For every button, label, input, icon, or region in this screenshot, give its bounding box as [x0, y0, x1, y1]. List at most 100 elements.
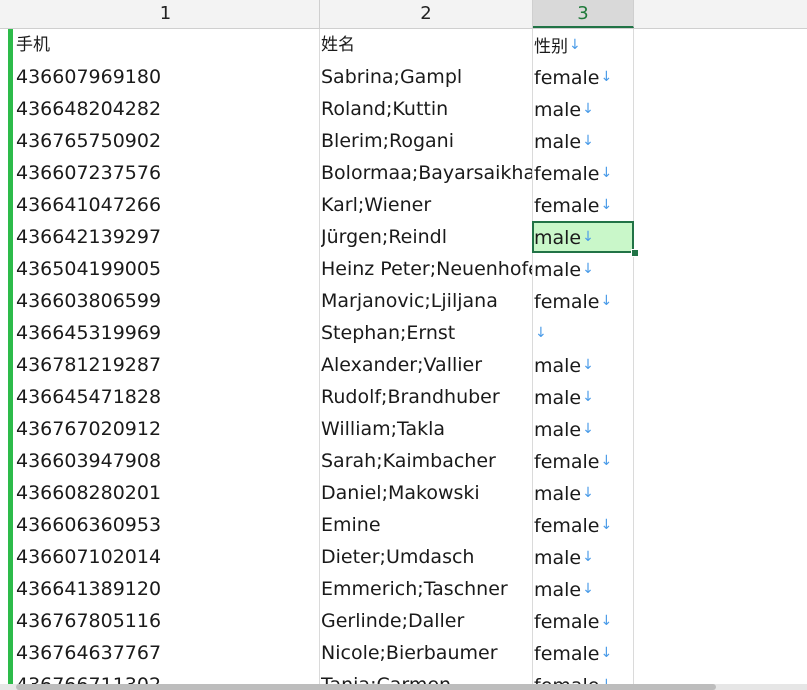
table-row: 436608280201 Daniel;Makowski male↓	[0, 477, 807, 509]
cell-gender[interactable]: male↓	[534, 573, 633, 605]
table-row: 436767805116 Gerlinde;Daller female↓	[0, 605, 807, 637]
cell-phone[interactable]: 436645319969	[16, 317, 319, 349]
cell-name[interactable]: William;Takla	[321, 413, 532, 445]
cell-gender[interactable]: male↓	[534, 221, 633, 253]
cell-gender[interactable]: female↓	[534, 445, 633, 477]
cell-gender-text: female	[534, 163, 600, 185]
cell-name[interactable]: Alexander;Vallier	[321, 349, 532, 381]
cell-name[interactable]: Sarah;Kaimbacher	[321, 445, 532, 477]
cell-gender[interactable]: male↓	[534, 349, 633, 381]
horizontal-scrollbar[interactable]	[0, 684, 807, 690]
cell-name[interactable]: Heinz Peter;Neuenhofer	[321, 253, 532, 285]
scrollbar-thumb[interactable]	[16, 684, 716, 690]
cell-gender-text: female	[534, 195, 600, 217]
down-arrow-icon: ↓	[582, 101, 594, 117]
cell-gender[interactable]: female↓	[534, 157, 633, 189]
cell-gender[interactable]: female↓	[534, 189, 633, 221]
cell-gender-text: female	[534, 643, 600, 665]
down-arrow-icon: ↓	[600, 517, 613, 533]
cell-phone[interactable]: 436603947908	[16, 445, 319, 477]
cell-name[interactable]: Rudolf;Brandhuber	[321, 381, 532, 413]
cell-name[interactable]: Jürgen;Reindl	[321, 221, 532, 253]
table-row: 436642139297 Jürgen;Reindl male↓	[0, 221, 807, 253]
spreadsheet: 1 2 3 手机 姓名 性别↓ 436607969180 Sabrina;Gamp…	[0, 0, 807, 690]
cell-gender-text: female	[534, 67, 600, 89]
cell-phone[interactable]: 436603806599	[16, 285, 319, 317]
cell-phone[interactable]: 436648204282	[16, 93, 319, 125]
cell-gender-text: male	[534, 99, 582, 121]
down-arrow-icon: ↓	[582, 581, 594, 597]
cell-name[interactable]: Sabrina;Gampl	[321, 61, 532, 93]
down-arrow-icon: ↓	[582, 485, 594, 501]
cell-gender[interactable]: male↓	[534, 125, 633, 157]
cell-name[interactable]: Nicole;Bierbaumer	[321, 637, 532, 669]
cell-gender[interactable]: female↓	[534, 509, 633, 541]
cell-gender[interactable]: female↓	[534, 61, 633, 93]
cell-phone-header[interactable]: 手机	[16, 29, 319, 61]
cell-phone[interactable]: 436606360953	[16, 509, 319, 541]
cell-phone[interactable]: 436504199005	[16, 253, 319, 285]
down-arrow-icon: ↓	[582, 133, 594, 149]
table-row: 436645471828 Rudolf;Brandhuber male↓	[0, 381, 807, 413]
cell-phone[interactable]: 436608280201	[16, 477, 319, 509]
cell-gender[interactable]: female↓	[534, 605, 633, 637]
cell-gender-text: male	[534, 419, 582, 441]
cell-gender-text: male	[534, 131, 582, 153]
down-arrow-icon: ↓	[582, 357, 594, 373]
cell-phone[interactable]: 436641047266	[16, 189, 319, 221]
cell-gender[interactable]: ↓	[534, 317, 633, 349]
cell-name[interactable]: Bolormaa;Bayarsaikhan	[321, 157, 532, 189]
cell-gender[interactable]: male↓	[534, 413, 633, 445]
cell-name[interactable]: Gerlinde;Daller	[321, 605, 532, 637]
cell-gender[interactable]: male↓	[534, 477, 633, 509]
cell-gender-text: male	[534, 579, 582, 601]
cell-name[interactable]: Stephan;Ernst	[321, 317, 532, 349]
cell-name[interactable]: Karl;Wiener	[321, 189, 532, 221]
cell-name[interactable]: Emmerich;Taschner	[321, 573, 532, 605]
data-rows: 手机 姓名 性别↓ 436607969180 Sabrina;Gampl femal…	[0, 29, 807, 690]
column-header-2[interactable]: 2	[320, 0, 533, 28]
down-arrow-icon: ↓	[569, 37, 581, 53]
cell-gender[interactable]: male↓	[534, 381, 633, 413]
cell-phone[interactable]: 436765750902	[16, 125, 319, 157]
down-arrow-icon: ↓	[582, 229, 594, 245]
cell-phone[interactable]: 436764637767	[16, 637, 319, 669]
cell-phone[interactable]: 436781219287	[16, 349, 319, 381]
table-row: 436504199005 Heinz Peter;Neuenhofer male↓	[0, 253, 807, 285]
cell-phone[interactable]: 436767020912	[16, 413, 319, 445]
cell-gender-text: female	[534, 291, 600, 313]
cell-phone[interactable]: 436642139297	[16, 221, 319, 253]
cell-name[interactable]: Emine	[321, 509, 532, 541]
cell-phone[interactable]: 436641389120	[16, 573, 319, 605]
cell-name[interactable]: Roland;Kuttin	[321, 93, 532, 125]
cell-gender[interactable]: female↓	[534, 637, 633, 669]
down-arrow-icon: ↓	[535, 325, 547, 341]
table-row: 436767020912 William;Takla male↓	[0, 413, 807, 445]
down-arrow-icon: ↓	[582, 549, 594, 565]
down-arrow-icon: ↓	[600, 293, 613, 309]
down-arrow-icon: ↓	[600, 645, 613, 661]
cell-name[interactable]: Blerim;Rogani	[321, 125, 532, 157]
table-row: 436607237576 Bolormaa;Bayarsaikhan female↓	[0, 157, 807, 189]
cell-phone[interactable]: 436607237576	[16, 157, 319, 189]
cell-phone[interactable]: 436607969180	[16, 61, 319, 93]
down-arrow-icon: ↓	[600, 69, 613, 85]
column-header-3[interactable]: 3	[533, 0, 634, 28]
cell-gender[interactable]: male↓	[534, 253, 633, 285]
cell-phone[interactable]: 436645471828	[16, 381, 319, 413]
cell-gender[interactable]: male↓	[534, 541, 633, 573]
column-header-bar: 1 2 3	[0, 0, 807, 29]
cell-gender[interactable]: male↓	[534, 93, 633, 125]
cell-phone[interactable]: 436607102014	[16, 541, 319, 573]
column-header-1[interactable]: 1	[12, 0, 320, 28]
cell-name[interactable]: Dieter;Umdasch	[321, 541, 532, 573]
cell-gender[interactable]: female↓	[534, 285, 633, 317]
down-arrow-icon: ↓	[600, 165, 613, 181]
cell-phone[interactable]: 436767805116	[16, 605, 319, 637]
cell-gender-text: male	[534, 355, 582, 377]
cell-name[interactable]: Marjanovic;Ljiljana	[321, 285, 532, 317]
cell-gender-header[interactable]: 性别↓	[534, 29, 633, 61]
fill-handle[interactable]	[631, 249, 639, 257]
cell-name[interactable]: Daniel;Makowski	[321, 477, 532, 509]
cell-name-header[interactable]: 姓名	[321, 29, 532, 61]
